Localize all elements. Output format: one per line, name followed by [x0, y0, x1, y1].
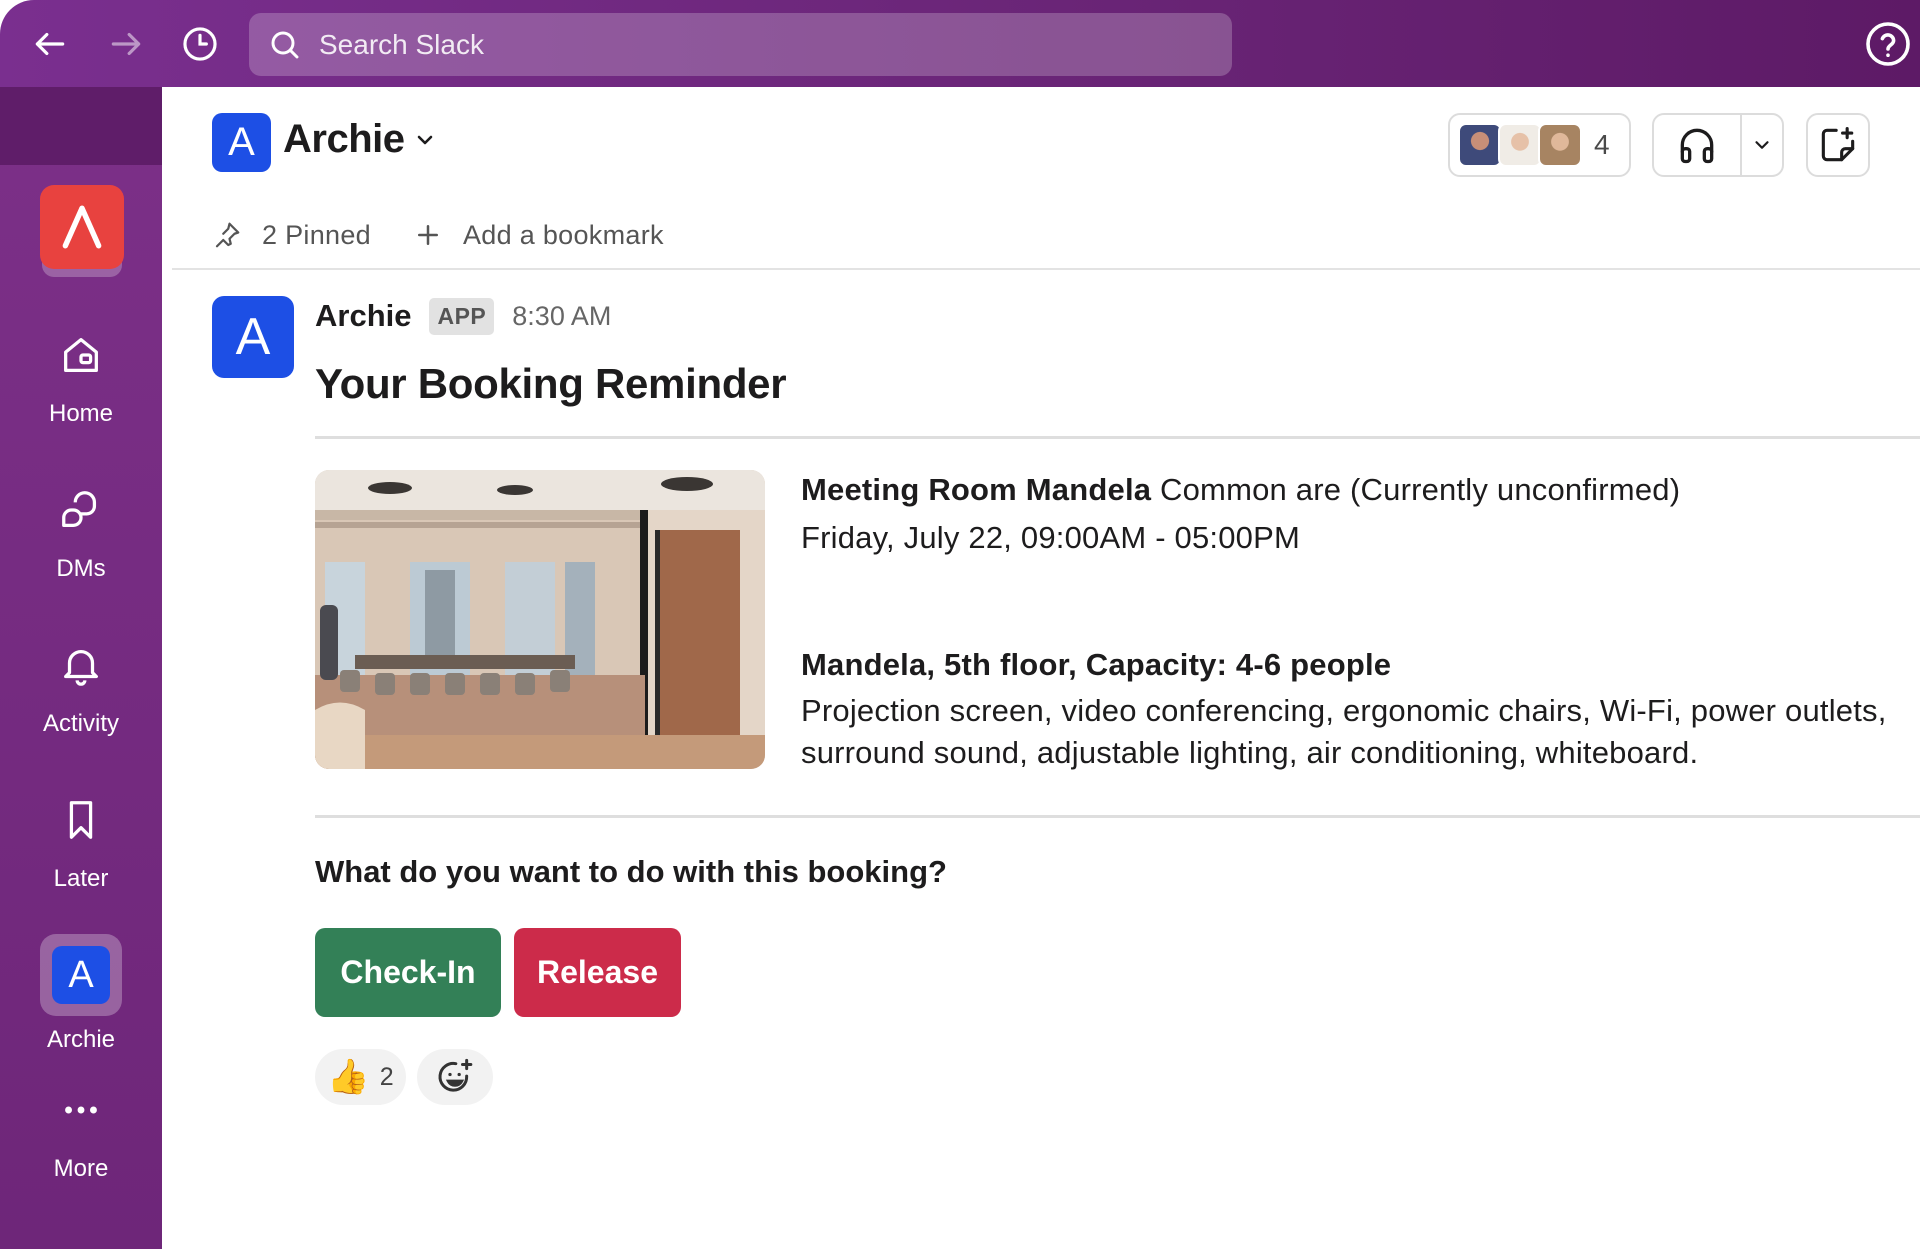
sidebar-item-more[interactable]: More — [0, 1087, 162, 1183]
huddle-button — [1652, 113, 1784, 177]
sender-avatar[interactable]: A — [212, 296, 294, 378]
check-in-button[interactable]: Check-In — [315, 928, 501, 1017]
pin-icon — [215, 222, 240, 248]
reaction-count: 2 — [379, 1062, 394, 1091]
sidebar-item-label: Home — [48, 400, 114, 427]
sender-name[interactable]: Archie — [315, 298, 411, 334]
history-clock-icon[interactable] — [176, 20, 224, 68]
huddle-start-button[interactable] — [1654, 115, 1742, 175]
members-button[interactable]: 4 — [1448, 113, 1631, 177]
back-arrow-icon[interactable] — [26, 20, 74, 68]
booking-question: What do you want to do with this booking… — [315, 854, 947, 889]
sidebar-item-label: Later — [53, 865, 109, 892]
sidebar-item-label: Archie — [46, 1026, 116, 1053]
thumbs-up-icon: 👍 — [327, 1057, 370, 1097]
search-icon — [271, 31, 299, 58]
huddle-options-button[interactable] — [1742, 134, 1782, 156]
help-icon[interactable] — [1864, 20, 1912, 68]
sidebar-item-label: More — [53, 1155, 109, 1182]
meeting-room-image — [315, 470, 765, 769]
headphones-icon — [1680, 128, 1714, 164]
member-avatar — [1458, 123, 1502, 167]
sidebar-item-label: Activity — [42, 710, 119, 737]
more-icon — [65, 1106, 97, 1114]
channel-avatar: A — [212, 113, 271, 172]
sidebar: Home DMs Activity Later A Archie More — [0, 87, 162, 1249]
chevron-down-icon — [1755, 141, 1769, 149]
booking-datetime: Friday, July 22, 09:00AM - 05:00PM — [801, 520, 1301, 555]
sidebar-item-dms[interactable]: DMs — [0, 487, 162, 583]
sidebar-item-archie[interactable]: A Archie — [0, 934, 162, 1054]
forward-arrow-icon[interactable] — [102, 20, 150, 68]
chevron-down-icon — [417, 135, 432, 144]
release-button[interactable]: Release — [514, 928, 681, 1017]
member-count: 4 — [1594, 129, 1610, 160]
bookmark-icon — [69, 801, 93, 839]
header-divider — [172, 268, 1920, 270]
sidebar-header — [0, 87, 162, 165]
add-reaction-button[interactable] — [417, 1049, 493, 1105]
app-badge: APP — [429, 297, 495, 335]
room-name: Meeting Room Mandela — [801, 472, 1152, 507]
message-title: Your Booking Reminder — [315, 360, 787, 407]
plus-icon — [418, 225, 438, 245]
divider — [315, 436, 1920, 439]
room-summary: Mandela, 5th floor, Capacity: 4-6 people — [801, 647, 1392, 682]
room-status: Common are (Currently unconfirmed) — [1160, 472, 1681, 507]
pinned-button[interactable]: 2 Pinned — [212, 220, 371, 251]
channel-name: Archie — [283, 117, 405, 161]
bookmarks-bar: 2 Pinned Add a bookmark — [212, 215, 664, 255]
new-canvas-icon — [1821, 126, 1855, 162]
archie-app-icon: A — [40, 934, 122, 1016]
search-placeholder: Search Slack — [319, 28, 484, 60]
message-meta: Archie APP 8:30 AM — [315, 295, 611, 337]
workspace-logo-icon[interactable] — [40, 185, 124, 269]
top-bar: Search Slack — [0, 0, 1920, 87]
add-bookmark-button[interactable]: Add a bookmark — [413, 220, 664, 251]
search-bar[interactable]: Search Slack — [249, 13, 1232, 76]
pinned-label: 2 Pinned — [262, 219, 371, 250]
sidebar-item-later[interactable]: Later — [0, 797, 162, 893]
channel-title-button[interactable]: Archie — [283, 117, 437, 162]
member-avatar — [1538, 123, 1582, 167]
room-heading: Meeting Room Mandela Common are (Current… — [801, 472, 1680, 508]
divider — [315, 815, 1920, 818]
message-timestamp[interactable]: 8:30 AM — [512, 301, 611, 332]
bell-icon — [64, 650, 98, 686]
dms-icon — [62, 491, 97, 527]
add-emoji-icon — [438, 1058, 473, 1092]
thumbs-up-reaction[interactable]: 👍 2 — [315, 1049, 406, 1105]
home-icon — [64, 338, 98, 372]
member-avatar — [1498, 123, 1542, 167]
add-bookmark-label: Add a bookmark — [463, 219, 664, 250]
room-amenities: Projection screen, video conferencing, e… — [801, 693, 1887, 770]
sidebar-item-home[interactable]: Home — [0, 332, 162, 428]
sidebar-item-label: DMs — [56, 555, 106, 582]
sidebar-item-activity[interactable]: Activity — [0, 642, 162, 738]
canvas-button[interactable] — [1806, 113, 1870, 177]
